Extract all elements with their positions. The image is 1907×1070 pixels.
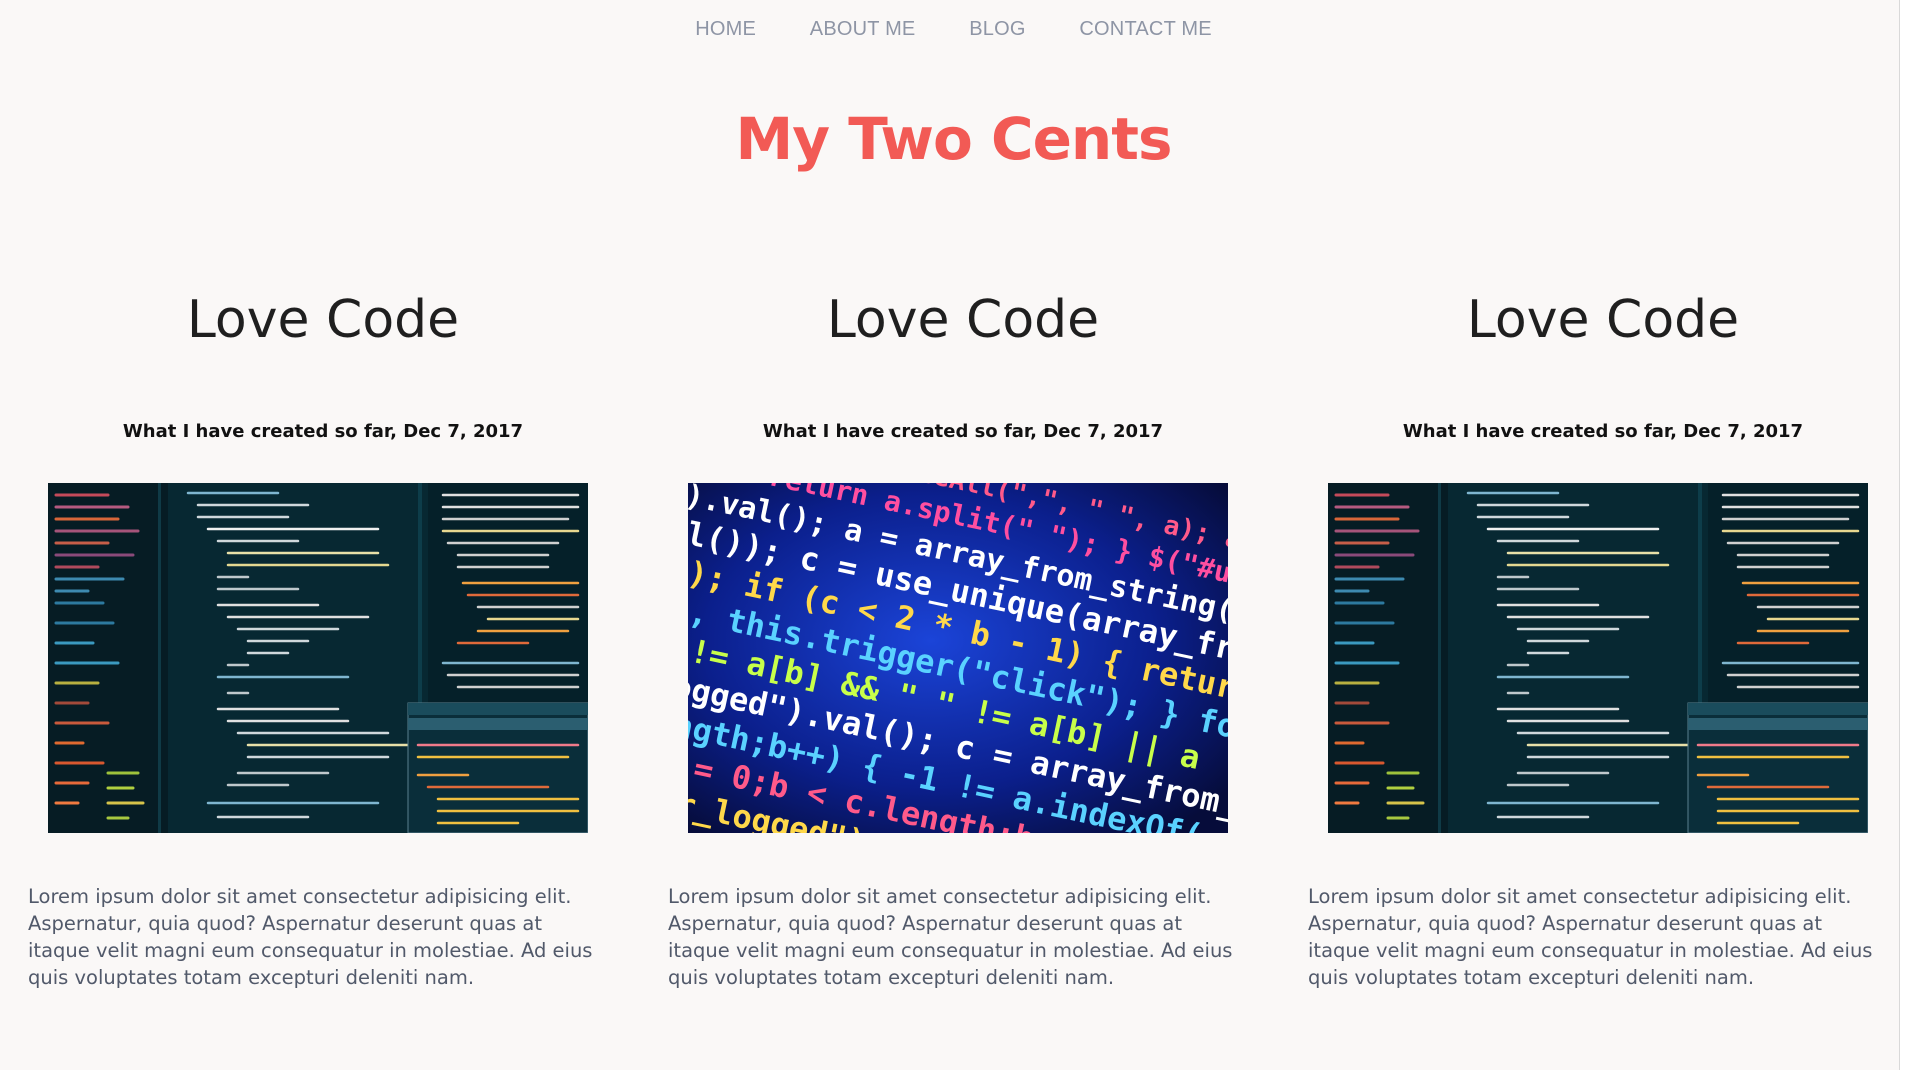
post-excerpt: Lorem ipsum dolor sit amet consectetur a… [668,885,1233,989]
post-excerpt: Lorem ipsum dolor sit amet consectetur a… [28,885,593,989]
post-title[interactable]: Love Code [1308,280,1898,360]
code-editor-dark-image[interactable] [48,483,588,833]
main-nav: HOME ABOUT ME BLOG CONTACT ME [0,18,1907,41]
post-meta: What I have created so far, Dec 7, 2017 [762,421,1164,442]
post-title[interactable]: Love Code [28,280,618,360]
post-meta: What I have created so far, Dec 7, 2017 [1402,421,1804,442]
blog-post-card: Love Code What I have created so far, De… [28,280,618,989]
nav-link-home[interactable]: HOME [695,18,756,41]
post-title[interactable]: Love Code [668,280,1258,360]
blog-post-card: Love Code What I have created so far, De… [668,280,1258,989]
post-excerpt: Lorem ipsum dolor sit amet consectetur a… [1308,885,1873,989]
nav-link-contact-me[interactable]: CONTACT ME [1079,18,1211,41]
code-editor-dark-image[interactable] [1328,483,1868,833]
blog-post-card: Love Code What I have created so far, De… [1308,280,1898,989]
site-title: My Two Cents [735,105,1173,173]
code-closeup-blue-image[interactable]: "); a = replaceAll(",", " ", a); a = a. … [688,483,1228,833]
nav-link-about-me[interactable]: ABOUT ME [810,18,916,41]
nav-link-blog[interactable]: BLOG [969,18,1025,41]
post-meta: What I have created so far, Dec 7, 2017 [122,421,524,442]
